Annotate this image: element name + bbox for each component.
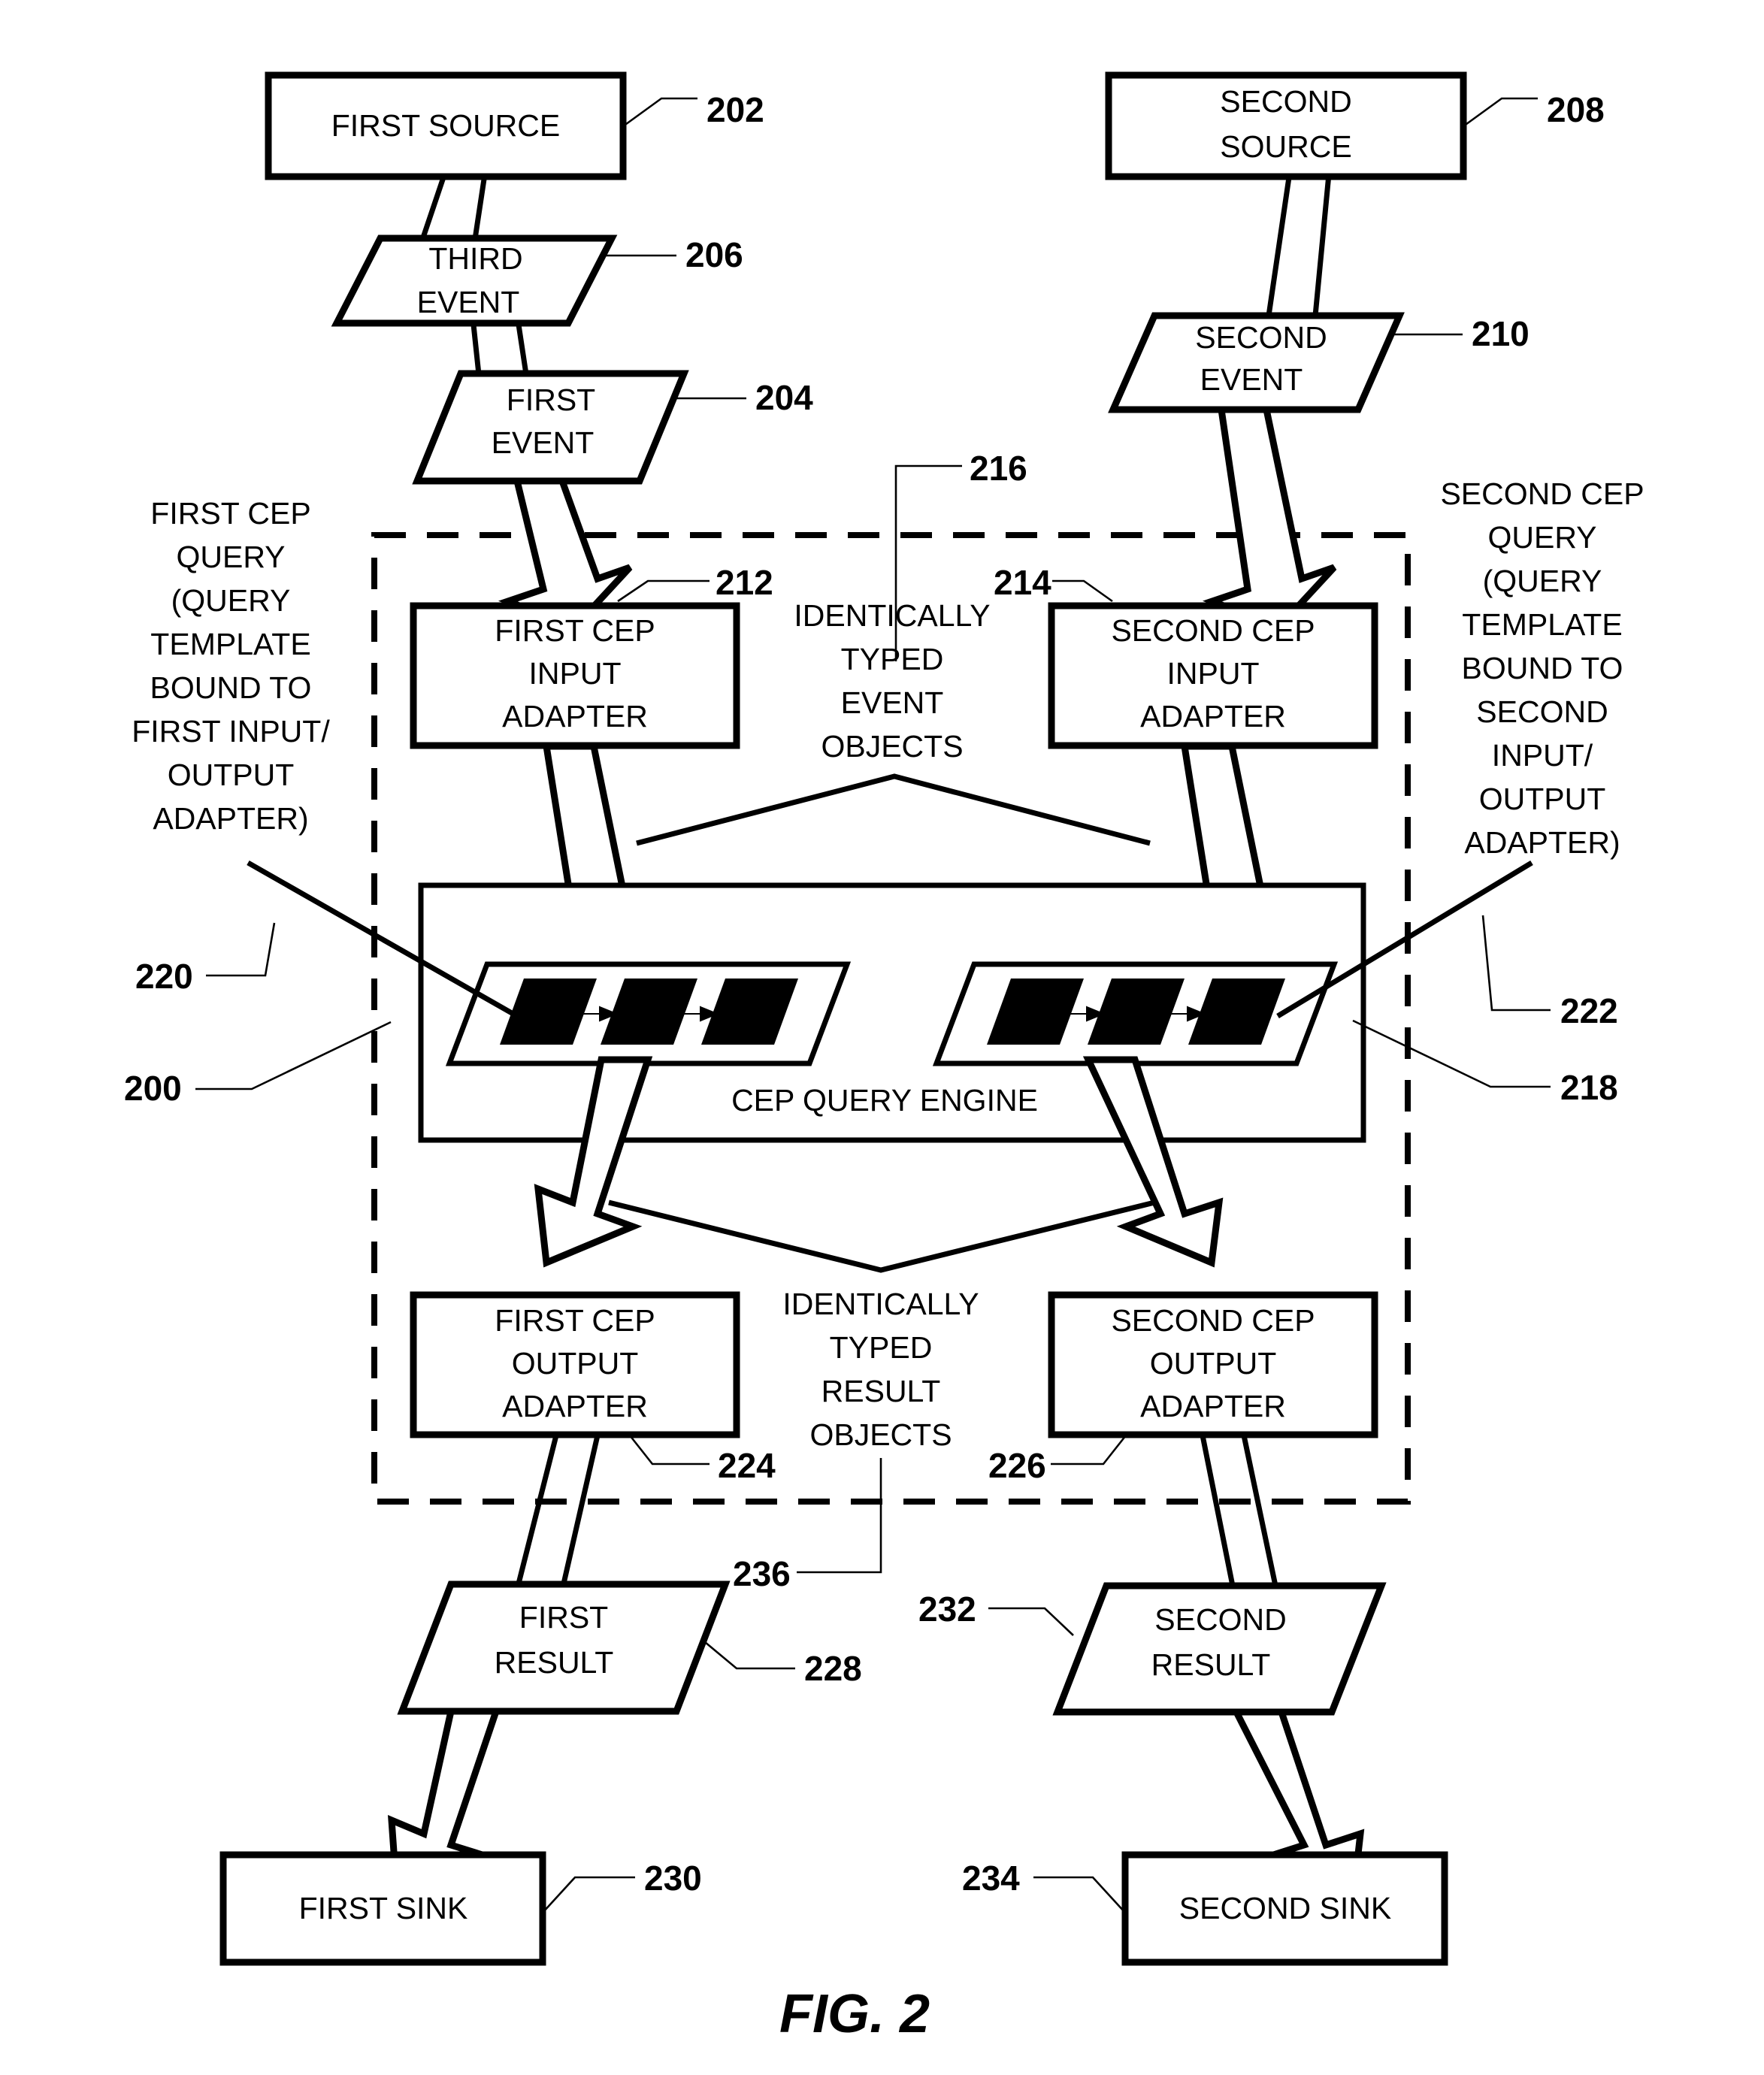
leader-212 <box>617 579 710 603</box>
chevron-result-objects-down <box>608 1199 1155 1273</box>
cep-query-engine-label: CEP QUERY ENGINE <box>731 1083 1038 1118</box>
refnum-214: 214 <box>994 563 1051 602</box>
annot-second-cep-query-line2: QUERY <box>1487 520 1596 555</box>
second-cep-output-adapter-line1: SECOND CEP <box>1111 1303 1315 1338</box>
annot-identically-typed-event-objects-line3: EVENT <box>841 685 944 720</box>
third-event-label-line2: EVENT <box>417 285 520 319</box>
second-event-label-line1: SECOND <box>1195 320 1327 355</box>
first-cep-output-adapter-line3: ADAPTER <box>502 1389 648 1423</box>
first-cep-output-adapter-line1: FIRST CEP <box>495 1303 655 1338</box>
figure-canvas: FIRST SOURCE 202 SECOND SOURCE 208 THIRD… <box>124 71 1644 2044</box>
leader-214 <box>1052 579 1113 603</box>
second-result-label-line2: RESULT <box>1151 1647 1271 1682</box>
first-cep-input-adapter-line1: FIRST CEP <box>495 613 655 648</box>
third-event-label-line1: THIRD <box>428 241 522 276</box>
second-cep-output-adapter-line3: ADAPTER <box>1140 1389 1286 1423</box>
second-cep-output-adapter-line2: OUTPUT <box>1150 1346 1277 1381</box>
annot-first-cep-query-line8: ADAPTER) <box>153 801 308 836</box>
first-event-label-line1: FIRST <box>507 383 595 417</box>
leader-208 <box>1463 97 1538 128</box>
annot-second-cep-query-line3: (QUERY <box>1483 564 1602 598</box>
first-event-label-line2: EVENT <box>492 425 595 460</box>
second-event-label-line2: EVENT <box>1200 362 1303 397</box>
refnum-200: 200 <box>124 1069 182 1108</box>
connector-second-output-adapter-to-second-result <box>1200 1435 1278 1586</box>
annot-identically-typed-event-objects-line1: IDENTICALLY <box>794 598 990 633</box>
annot-identically-typed-event-objects-line4: OBJECTS <box>821 729 963 764</box>
figure-caption: FIG. 2 <box>779 1984 930 2044</box>
refnum-232: 232 <box>918 1590 976 1629</box>
annot-identically-typed-result-objects-line4: OBJECTS <box>809 1417 952 1452</box>
connector-first-source-to-third-event <box>420 174 488 240</box>
leader-202 <box>622 97 697 128</box>
refnum-230: 230 <box>644 1859 702 1898</box>
leader-226 <box>1051 1435 1127 1466</box>
refnum-224: 224 <box>718 1446 776 1485</box>
refnum-228: 228 <box>804 1649 862 1688</box>
first-source-label: FIRST SOURCE <box>331 108 561 143</box>
refnum-226: 226 <box>988 1446 1046 1485</box>
refnum-202: 202 <box>707 90 764 129</box>
annot-second-cep-query-line7: INPUT/ <box>1492 738 1593 773</box>
annot-first-cep-query-line6: FIRST INPUT/ <box>132 714 330 749</box>
annot-first-cep-query-line7: OUTPUT <box>168 758 295 792</box>
connector-second-source-to-second-event <box>1266 174 1332 316</box>
annot-second-cep-query-line8: OUTPUT <box>1479 782 1606 816</box>
connector-first-output-adapter-to-first-result <box>516 1435 601 1584</box>
annot-first-cep-query-line2: QUERY <box>176 540 285 574</box>
annot-first-cep-query-line4: TEMPLATE <box>150 627 310 661</box>
refnum-212: 212 <box>716 563 773 602</box>
refnum-218: 218 <box>1560 1068 1618 1107</box>
annot-identically-typed-result-objects-line1: IDENTICALLY <box>782 1287 979 1321</box>
connector-third-event-to-first-event <box>471 324 529 375</box>
leader-228 <box>704 1641 795 1670</box>
second-sink-label: SECOND SINK <box>1179 1891 1392 1925</box>
first-result-label-line1: FIRST <box>519 1600 608 1635</box>
refnum-210: 210 <box>1472 314 1530 353</box>
first-cep-output-adapter-line2: OUTPUT <box>512 1346 639 1381</box>
refnum-216: 216 <box>970 449 1027 488</box>
second-source-label-line1: SECOND <box>1220 84 1351 119</box>
second-source-label-line2: SOURCE <box>1220 129 1351 164</box>
leader-224 <box>628 1435 710 1466</box>
leader-230 <box>542 1876 635 1913</box>
first-result-label-line2: RESULT <box>495 1645 614 1680</box>
chevron-event-objects-up <box>636 773 1151 846</box>
first-sink-label: FIRST SINK <box>299 1891 468 1925</box>
second-result-label-line1: SECOND <box>1154 1602 1286 1637</box>
annot-first-cep-query-line3: (QUERY <box>171 583 291 618</box>
annot-first-cep-query-line1: FIRST CEP <box>150 496 310 531</box>
leader-236 <box>797 1458 882 1574</box>
refnum-222: 222 <box>1560 991 1618 1030</box>
leader-234 <box>1033 1876 1126 1913</box>
refnum-236: 236 <box>733 1554 791 1593</box>
annot-second-cep-query-line5: BOUND TO <box>1462 651 1623 685</box>
annot-identically-typed-result-objects-line2: TYPED <box>830 1330 933 1365</box>
leader-200 <box>195 1021 392 1090</box>
leader-220 <box>206 922 276 977</box>
first-cep-input-adapter-line3: ADAPTER <box>502 699 648 734</box>
annot-identically-typed-result-objects-line3: RESULT <box>821 1374 941 1408</box>
refnum-208: 208 <box>1547 90 1605 129</box>
annot-identically-typed-event-objects-line2: TYPED <box>841 642 944 676</box>
arrow-second-event-to-second-input-adapter <box>1202 406 1337 632</box>
annot-second-cep-query-line1: SECOND CEP <box>1440 476 1644 511</box>
refnum-220: 220 <box>135 957 193 996</box>
leader-222 <box>1481 915 1551 1012</box>
leader-218 <box>1352 1019 1551 1088</box>
annot-second-cep-query-line6: SECOND <box>1476 694 1608 729</box>
refnum-234: 234 <box>962 1859 1020 1898</box>
second-cep-input-adapter-line2: INPUT <box>1167 656 1260 691</box>
second-cep-input-adapter-line1: SECOND CEP <box>1111 613 1315 648</box>
annot-second-cep-query-line4: TEMPLATE <box>1462 607 1622 642</box>
leader-232 <box>988 1607 1074 1636</box>
first-cep-input-adapter-line2: INPUT <box>529 656 622 691</box>
refnum-206: 206 <box>685 235 743 274</box>
refnum-204: 204 <box>755 378 813 417</box>
annot-first-cep-query-line5: BOUND TO <box>150 670 312 705</box>
second-cep-input-adapter-line3: ADAPTER <box>1140 699 1286 734</box>
patent-figure-2: FIRST SOURCE 202 SECOND SOURCE 208 THIRD… <box>0 0 1764 2075</box>
annot-second-cep-query-line9: ADAPTER) <box>1464 825 1620 860</box>
